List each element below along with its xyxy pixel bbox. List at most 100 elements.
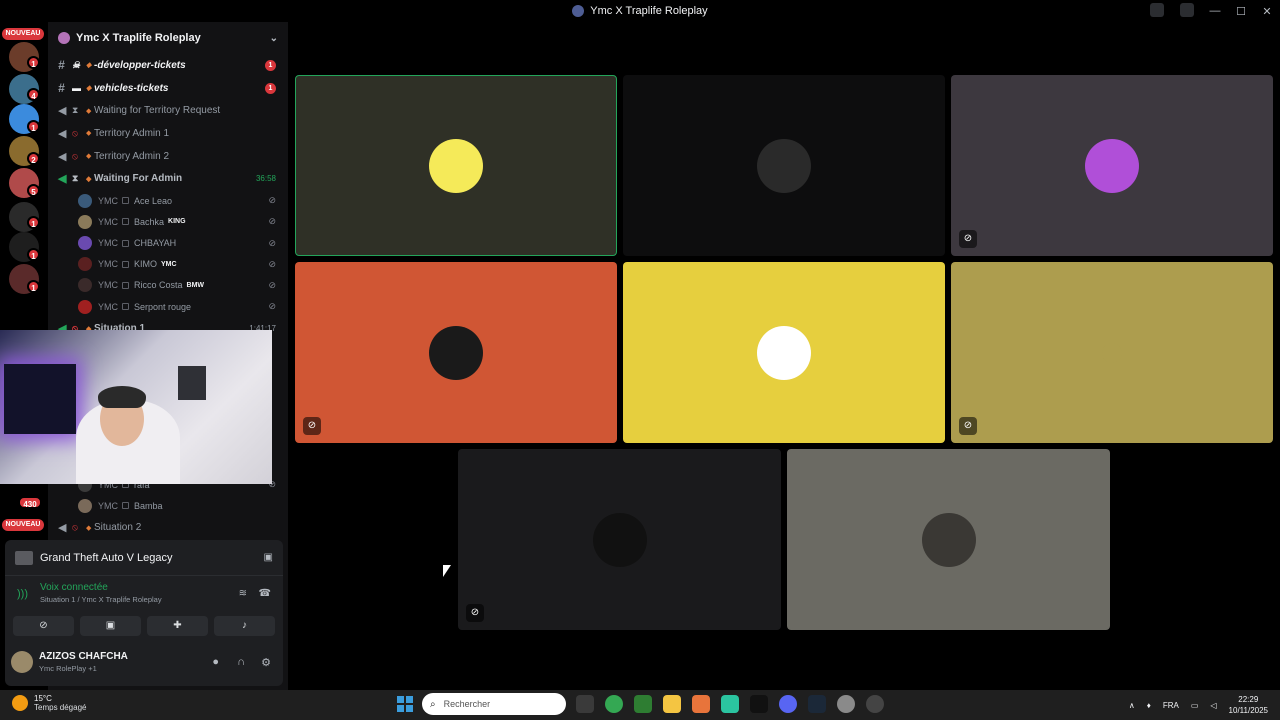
title-bar: Ymc X Traplife Roleplay — ☐ ✕ [0, 0, 1280, 22]
app-icon[interactable] [634, 695, 652, 713]
member-name: Ace Leao [134, 195, 173, 206]
square-icon [122, 260, 129, 268]
app-icon[interactable] [721, 695, 739, 713]
mute-icon: ⊘ [268, 216, 276, 227]
minimize-button[interactable]: — [1202, 5, 1228, 17]
person-hair [98, 386, 146, 408]
voice-member[interactable]: YMC Bachka KING ⊘ [48, 211, 288, 232]
dot-icon: ◆ [86, 130, 92, 138]
taskbar-search[interactable]: ⌕ Rechercher [422, 693, 566, 715]
unread-badge: 1 [27, 248, 40, 261]
unread-badge: 5 [27, 184, 40, 197]
channel-territory-admin-2[interactable]: ◀ ⦸ ◆ Territory Admin 2 [48, 145, 288, 168]
unread-badge: 430 [18, 496, 42, 509]
status-extra: +1 [88, 664, 97, 673]
weather-widget[interactable]: 15°C Temps dégagé [12, 694, 86, 712]
member-tag: YMC [98, 195, 118, 206]
channel-territory-admin-1[interactable]: ◀ ⦸ ◆ Territory Admin 1 [48, 122, 288, 145]
member-name: Bachka [134, 216, 165, 227]
channel-label: Waiting for Territory Request [94, 105, 221, 117]
username: AZIZOS CHAFCHA [39, 651, 128, 662]
noise-suppression-icon[interactable]: ≋ [239, 588, 247, 599]
muted-mic-icon: ⊘ [303, 417, 321, 435]
member-role: BMW [186, 281, 205, 289]
avatar[interactable] [11, 651, 33, 673]
participant-tile[interactable] [623, 75, 945, 256]
participant-tile[interactable]: ⊘ [951, 262, 1273, 443]
channel-waiting-for-admin[interactable]: ◀ ⧗ ◆ Waiting For Admin 36:58 [48, 167, 288, 190]
voice-stage: ⊘ ⊘ ⊘ ⊘ [288, 22, 1280, 690]
dot-icon: ◆ [86, 62, 92, 70]
guild-name: Ymc X Traplife Roleplay [76, 32, 201, 44]
chevron-up-icon[interactable]: ∧ [1129, 701, 1135, 710]
file-explorer-icon[interactable] [663, 695, 681, 713]
signal-icon: ))) [17, 588, 28, 600]
task-view-icon[interactable] [576, 695, 594, 713]
speaker-icon: ◀ [58, 127, 67, 140]
participant-tile[interactable]: ⊘ [951, 75, 1273, 256]
participant-tile[interactable]: ⊘ [295, 262, 617, 443]
weather-desc: Temps dégagé [34, 703, 87, 712]
disconnect-icon[interactable]: ☎ [259, 588, 271, 599]
app-icon[interactable] [866, 695, 884, 713]
channel-waiting-territory[interactable]: ◀ ⧗ ◆ Waiting for Territory Request [48, 99, 288, 122]
participant-tile[interactable] [623, 262, 945, 443]
voice-connection: ))) Voix connectée Situation 1 / Ymc X T… [5, 576, 283, 612]
unread-badge: 1 [27, 56, 40, 69]
system-tray: ∧ ♦ FRA ▭ ◁ 22:29 10/11/2025 [1129, 694, 1268, 716]
app-icon[interactable] [750, 695, 768, 713]
channel-vehicles-tickets[interactable]: # ▬ ◆ vehicles-tickets 1 [48, 77, 288, 100]
voice-member[interactable]: YMC Bamba [48, 495, 288, 516]
activity-name: Grand Theft Auto V Legacy [40, 551, 173, 564]
settings-gear-icon[interactable]: ⚙ [261, 656, 271, 669]
channel-situation-2[interactable]: ◀ ⦸ ◆ Situation 2 [48, 516, 288, 539]
participant-tile[interactable] [787, 449, 1110, 630]
voice-member[interactable]: YMC KIMO YMC ⊘ [48, 254, 288, 275]
voice-member[interactable]: YMC CHBAYAH ⊘ [48, 233, 288, 254]
app-icon[interactable] [692, 695, 710, 713]
voice-member[interactable]: YMC Ace Leao ⊘ [48, 190, 288, 211]
soundboard-button[interactable]: ♪ [214, 616, 275, 636]
close-button[interactable]: ✕ [1254, 5, 1280, 18]
network-icon[interactable]: ▭ [1191, 701, 1199, 710]
participant-tile[interactable]: ⊘ [458, 449, 781, 630]
screen-share-icon[interactable]: ▣ [264, 552, 273, 563]
maximize-button[interactable]: ☐ [1228, 5, 1254, 18]
microphone-icon[interactable]: ♦ [1147, 701, 1151, 710]
temperature: 15°C [34, 694, 52, 703]
activity-row[interactable]: Grand Theft Auto V Legacy ▣ [5, 540, 283, 576]
member-tag: YMC [98, 216, 118, 227]
participant-tile[interactable] [295, 75, 617, 256]
windows-start-icon[interactable] [397, 696, 413, 712]
member-name: Serpont rouge [134, 301, 192, 312]
voice-member[interactable]: YMC Serpont rouge ⊘ [48, 296, 288, 317]
hash-icon: # [58, 58, 65, 73]
participant-avatar [1102, 342, 1122, 363]
muted-mic-icon: ⊘ [959, 417, 977, 435]
discord-icon[interactable] [779, 695, 797, 713]
headphones-icon[interactable]: ∩ [237, 656, 245, 668]
inbox-icon[interactable] [1150, 3, 1164, 17]
chrome-icon[interactable] [605, 695, 623, 713]
activities-button[interactable]: ✚ [147, 616, 208, 636]
mention-badge: 1 [265, 82, 276, 94]
guild-header[interactable]: Ymc X Traplife Roleplay ⌄ [48, 22, 288, 54]
language-indicator[interactable]: FRA [1163, 701, 1179, 710]
voice-member[interactable]: YMC Ricco Costa BMW ⊘ [48, 275, 288, 296]
window-title: Ymc X Traplife Roleplay [590, 5, 708, 17]
screen-share-button[interactable]: ▣ [80, 616, 141, 636]
help-icon[interactable] [1180, 3, 1194, 17]
chevron-down-icon[interactable]: ⌄ [270, 33, 278, 44]
settings-icon[interactable] [837, 695, 855, 713]
clock[interactable]: 22:29 10/11/2025 [1229, 694, 1268, 716]
volume-icon[interactable]: ◁ [1210, 701, 1216, 710]
camera-off-button[interactable]: ⊘ [13, 616, 74, 636]
hourglass-icon: ⧗ [72, 173, 79, 184]
tv-screen [4, 364, 76, 434]
channel-developer-tickets[interactable]: # ☠ ◆ -développer-tickets 1 [48, 54, 288, 77]
microphone-icon[interactable]: ● [212, 656, 219, 668]
dot-icon: ◆ [86, 85, 92, 93]
participant-avatar [1085, 138, 1139, 193]
square-icon [122, 502, 129, 510]
steam-icon[interactable] [808, 695, 826, 713]
